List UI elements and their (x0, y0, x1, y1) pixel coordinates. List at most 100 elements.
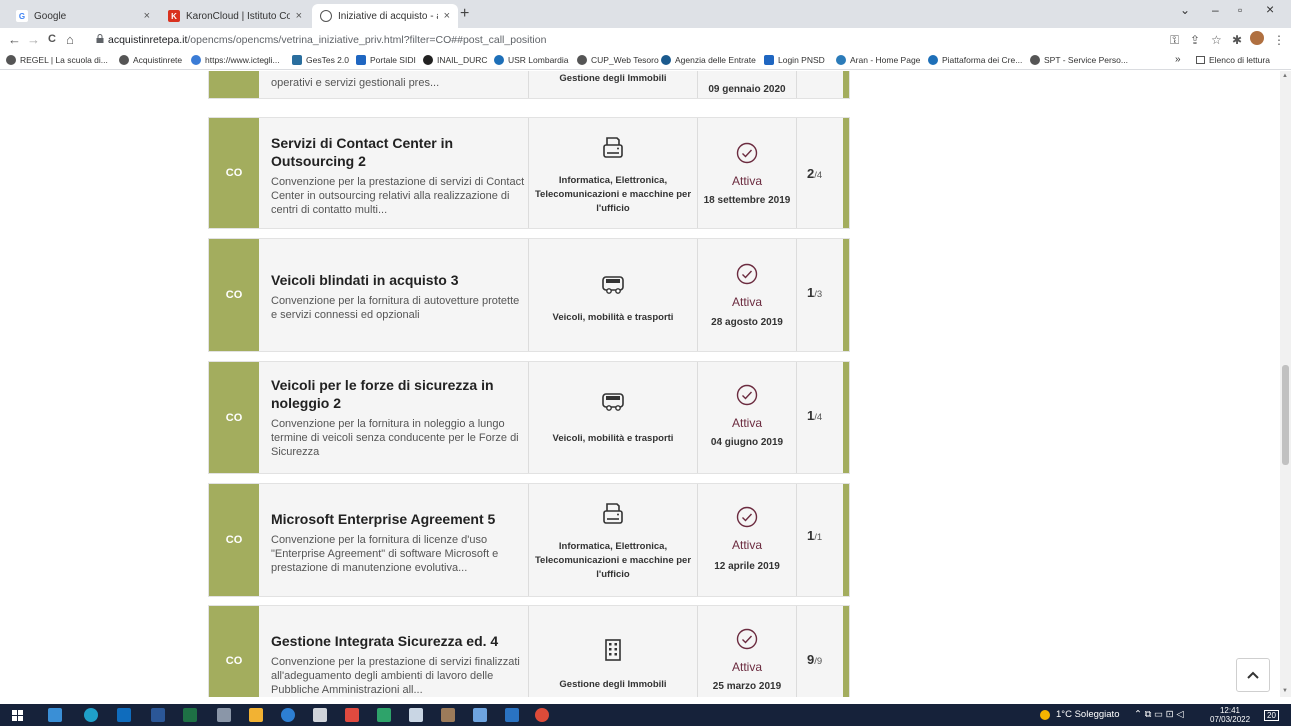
bookmark-acquistinrete[interactable]: Acquistinrete (119, 55, 182, 65)
status-date: 28 agosto 2019 (711, 317, 783, 328)
site-icon (320, 10, 332, 22)
back-button[interactable]: ← (8, 32, 21, 47)
bookmark-pnsd[interactable]: Login PNSD (764, 55, 825, 65)
reading-list-button[interactable]: Elenco di lettura (1196, 55, 1270, 65)
share-icon[interactable]: ⇪ (1190, 33, 1200, 47)
globe-icon (928, 55, 938, 65)
extensions-icon[interactable]: ✱ (1232, 33, 1242, 47)
bookmark-inail[interactable]: INAIL_DURC (423, 55, 488, 65)
app-icon[interactable] (281, 708, 295, 722)
bookmark-agenzia[interactable]: Agenzia delle Entrate (661, 55, 756, 65)
app-icon[interactable] (505, 708, 519, 722)
edge-icon[interactable] (84, 708, 98, 722)
check-circle-icon (736, 142, 758, 164)
app-icon[interactable] (441, 708, 455, 722)
card-title[interactable]: Servizi di Contact Center in Outsourcing… (271, 134, 527, 170)
status-column: Attiva 28 agosto 2019 (697, 239, 795, 351)
card-title[interactable]: Microsoft Enterprise Agreement 5 (271, 510, 527, 528)
category-label: Informatica, Elettronica, Telecomunicazi… (534, 541, 692, 580)
app-icon[interactable] (345, 708, 359, 722)
vehicle-icon (602, 393, 624, 411)
maximize-button[interactable]: ▫ (1238, 3, 1242, 17)
initiative-card-partial[interactable]: operativi e servizi gestionali pres... G… (208, 71, 850, 99)
bookmark-usr[interactable]: USR Lombardia (494, 55, 568, 65)
card-description: Convenzione per la fornitura in noleggio… (271, 418, 519, 458)
initiative-card[interactable]: CO Gestione Integrata Sicurezza ed. 4 Co… (208, 605, 850, 697)
aran-icon (836, 55, 846, 65)
menu-icon[interactable]: ⋮ (1273, 33, 1285, 47)
photos-app-icon[interactable] (48, 708, 62, 722)
close-icon[interactable]: × (444, 10, 450, 22)
bookmark-regel[interactable]: REGEL | La scuola di... (6, 55, 108, 65)
bookmarks-more-button[interactable]: » (1175, 54, 1181, 65)
card-description: Convenzione per la prestazione di serviz… (271, 176, 525, 216)
category-column: Informatica, Elettronica, Telecomunicazi… (528, 484, 696, 596)
count-column: 1/4 (796, 362, 845, 473)
check-circle-icon (736, 628, 758, 650)
calculator-icon[interactable] (313, 708, 327, 722)
chrome-icon[interactable] (535, 708, 549, 722)
weather-label[interactable]: 1°C Soleggiato (1056, 709, 1119, 720)
lot-count: 1/3 (807, 285, 823, 300)
bookmark-cup[interactable]: CUP_Web Tesoro (577, 55, 659, 65)
mail-icon[interactable] (409, 708, 423, 722)
reload-button[interactable]: C (48, 33, 56, 45)
initiative-card[interactable]: CO Servizi di Contact Center in Outsourc… (208, 117, 850, 229)
outlook-icon[interactable] (117, 708, 131, 722)
category-label: Gestione degli Immobili (559, 679, 667, 690)
card-title[interactable]: Veicoli per le forze di sicurezza in nol… (271, 376, 527, 412)
star-icon[interactable]: ☆ (1211, 33, 1222, 47)
avatar[interactable] (1250, 31, 1264, 45)
close-icon[interactable]: × (296, 10, 302, 22)
tab-google[interactable]: G Google × (8, 4, 158, 28)
close-icon[interactable]: × (144, 10, 150, 22)
category-label: Gestione degli Immobili (559, 73, 667, 84)
globe-icon (6, 55, 16, 65)
bookmark-piattaforma[interactable]: Piattaforma dei Cre... (928, 55, 1022, 65)
app-icon[interactable] (473, 708, 487, 722)
tab-search-button[interactable]: ⌄ (1180, 3, 1190, 17)
check-circle-icon (736, 506, 758, 528)
initiative-card[interactable]: CO Veicoli blindati in acquisto 3 Conven… (208, 238, 850, 352)
tab-iniziative[interactable]: Iniziative di acquisto - acquistinr × (312, 4, 458, 28)
initiative-card[interactable]: CO Veicoli per le forze di sicurezza in … (208, 361, 850, 474)
notifications-badge[interactable]: 20 (1264, 710, 1279, 721)
system-tray-icons[interactable]: ⌃ ⧉ ▭ ⊡ ◁ (1134, 709, 1184, 720)
lot-count: 1/1 (807, 528, 823, 543)
bookmark-spt[interactable]: SPT - Service Perso... (1030, 55, 1128, 65)
count-column: 2/4 (796, 118, 845, 228)
bookmark-sidi[interactable]: Portale SIDI (356, 55, 416, 65)
gestes-icon (292, 55, 302, 65)
bookmark-ictegli[interactable]: https://www.ictegli... (191, 55, 280, 65)
card-title[interactable]: Veicoli blindati in acquisto 3 (271, 271, 527, 289)
clock[interactable]: 12:41 07/03/2022 (1210, 706, 1250, 724)
scroll-up-icon[interactable]: ▲ (1282, 73, 1288, 79)
url-input[interactable]: acquistinretepa.it/opencms/opencms/vetri… (108, 34, 546, 46)
bookmark-aran[interactable]: Aran - Home Page (836, 55, 920, 65)
page-scrollbar[interactable]: ▲ ▼ (1280, 71, 1291, 697)
close-window-button[interactable]: × (1266, 1, 1274, 17)
home-button[interactable]: ⌂ (66, 32, 74, 47)
key-icon[interactable]: ⚿ (1170, 33, 1179, 48)
scroll-down-icon[interactable]: ▼ (1282, 688, 1288, 694)
back-to-top-button[interactable] (1236, 658, 1270, 692)
tab-karoncloud[interactable]: K KaronCloud | Istituto Comprensi × (160, 4, 310, 28)
initiative-card[interactable]: CO Microsoft Enterprise Agreement 5 Conv… (208, 483, 850, 597)
bookmark-gestes[interactable]: GesTes 2.0 (292, 55, 349, 65)
type-badge (209, 71, 259, 98)
forward-button[interactable]: → (27, 32, 40, 47)
app-icon[interactable] (377, 708, 391, 722)
scroll-thumb[interactable] (1282, 365, 1289, 465)
minimize-button[interactable]: – (1212, 3, 1219, 17)
windows-start-icon[interactable] (12, 710, 23, 721)
word-icon[interactable] (151, 708, 165, 722)
new-tab-button[interactable]: + (460, 5, 469, 23)
printer-icon (603, 137, 623, 158)
status-date: 04 giugno 2019 (710, 437, 784, 448)
app-icon[interactable] (217, 708, 231, 722)
excel-icon[interactable] (183, 708, 197, 722)
card-title[interactable]: Gestione Integrata Sicurezza ed. 4 (271, 632, 527, 650)
globe-icon (119, 55, 129, 65)
count-column: 1/1 (796, 484, 845, 596)
file-explorer-icon[interactable] (249, 708, 263, 722)
